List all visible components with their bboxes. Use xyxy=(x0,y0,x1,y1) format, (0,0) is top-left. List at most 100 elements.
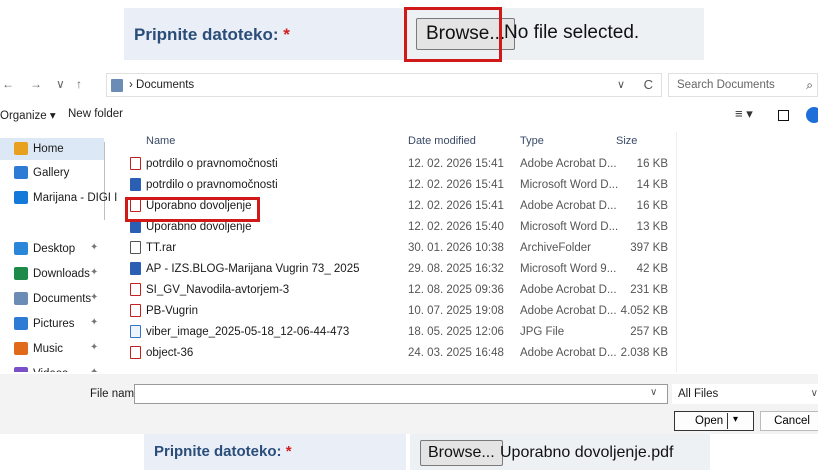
sidebar-item-label: Home xyxy=(33,143,64,155)
file-name: potrdilo o pravnomočnosti xyxy=(146,179,278,191)
recent-locations-icon[interactable]: ∨ xyxy=(56,77,65,91)
selected-file-name: Uporabno dovoljenje.pdf xyxy=(500,444,674,461)
pdf-file-icon xyxy=(130,304,141,317)
file-row[interactable]: AP - IZS.BLOG-Marijana Vugrin 73_ 2025 29… xyxy=(124,259,672,280)
search-icon[interactable]: ⌕ xyxy=(806,78,813,93)
sidebar-item-pictures[interactable]: Pictures ✦ xyxy=(0,313,104,335)
file-input-top: Browse... No file selected. xyxy=(402,8,704,60)
organize-menu[interactable]: Organize ▾ xyxy=(0,108,56,122)
pin-icon[interactable]: ✦ xyxy=(90,242,98,253)
browse-button[interactable]: Browse... xyxy=(416,18,516,50)
open-button[interactable]: Open ▾ xyxy=(674,411,754,431)
preview-pane-icon[interactable] xyxy=(778,110,789,121)
pdf-file-icon xyxy=(130,199,141,212)
pin-icon[interactable]: ✦ xyxy=(90,367,98,372)
pin-icon[interactable]: ✦ xyxy=(90,292,98,303)
up-arrow-icon[interactable]: ↑ xyxy=(76,77,82,91)
file-row[interactable]: Uporabno dovoljenje 12. 02. 2026 15:40 Mic… xyxy=(124,217,672,238)
file-row[interactable]: TT.rar 30. 01. 2026 10:38 ArchiveFolder 397… xyxy=(124,238,672,259)
word-file-icon xyxy=(130,262,141,275)
file-row[interactable]: viber_image_2025-05-18_12-06-44-473 18. 0… xyxy=(124,322,672,343)
pin-icon[interactable]: ✦ xyxy=(90,342,98,353)
word-file-icon xyxy=(130,178,141,191)
forward-arrow-icon[interactable]: → xyxy=(30,77,42,91)
file-name: viber_image_2025-05-18_12-06-44-473 xyxy=(146,326,350,338)
downloads-icon xyxy=(14,267,28,280)
file-date: 18. 05. 2025 12:06 xyxy=(408,326,504,338)
nav-divider xyxy=(104,142,105,220)
new-folder-button[interactable]: New folder xyxy=(68,108,123,120)
file-name: potrdilo o pravnomočnosti xyxy=(146,158,278,170)
address-bar[interactable]: › Documents ∨ C xyxy=(106,73,662,97)
pin-icon[interactable]: ✦ xyxy=(90,317,98,328)
file-date: 12. 02. 2026 15:41 xyxy=(408,200,504,212)
pictures-icon xyxy=(14,317,28,330)
file-size: 397 KB xyxy=(630,242,668,254)
sidebar-item-marijana[interactable]: Marijana - DIGI I xyxy=(0,187,117,209)
file-size: 16 KB xyxy=(636,158,668,170)
file-date: 24. 03. 2025 16:48 xyxy=(408,347,504,359)
cancel-button[interactable]: Cancel xyxy=(760,411,818,431)
file-name: SI_GV_Navodila-avtorjem-3 xyxy=(146,284,290,296)
file-date: 12. 08. 2025 09:36 xyxy=(408,284,504,296)
file-status-text: No file selected. xyxy=(504,22,640,43)
column-header-date[interactable]: Date modified xyxy=(408,135,476,147)
file-name: object-36 xyxy=(146,347,194,359)
file-name: PB-Vugrin xyxy=(146,305,198,317)
file-size: 231 KB xyxy=(630,284,668,296)
column-header-size[interactable]: Size xyxy=(616,135,637,147)
sidebar-item-downloads[interactable]: Downloads ✦ xyxy=(0,263,104,285)
file-row[interactable]: Uporabno dovoljenje 12. 02. 2026 15:41 Ado… xyxy=(124,196,672,217)
file-row[interactable]: object-36 24. 03. 2025 16:48 Adobe Acrobat… xyxy=(124,343,672,364)
home-icon xyxy=(14,142,28,155)
browse-button[interactable]: Browse... xyxy=(420,440,503,466)
view-options-icon[interactable]: ≡ ▾ xyxy=(735,106,753,122)
search-input[interactable]: Search Documents ⌕ xyxy=(668,73,818,97)
jpg-file-icon xyxy=(130,325,141,338)
file-date: 29. 08. 2025 16:32 xyxy=(408,263,504,275)
column-header-name[interactable]: Name xyxy=(146,135,175,147)
file-date: 12. 02. 2026 15:41 xyxy=(408,179,504,191)
pin-icon[interactable]: ✦ xyxy=(90,267,98,278)
breadcrumb[interactable]: › Documents xyxy=(129,79,194,91)
file-list: Name Date modified Type Size potrdilo o … xyxy=(124,130,672,374)
file-row[interactable]: potrdilo o pravnomočnosti 12. 02. 2026 15… xyxy=(124,175,672,196)
sidebar-item-label: Documents xyxy=(33,293,92,305)
sidebar-item-home[interactable]: Home xyxy=(0,138,104,160)
pdf-file-icon xyxy=(130,283,141,296)
file-date: 30. 01. 2026 10:38 xyxy=(408,242,504,254)
file-row[interactable]: PB-Vugrin 10. 07. 2025 19:08 Adobe Acrobat… xyxy=(124,301,672,322)
attach-file-label: Pripnite datoteko: * xyxy=(154,443,292,460)
open-options-icon[interactable]: ▾ xyxy=(733,414,738,425)
sidebar-item-gallery[interactable]: Gallery xyxy=(0,162,104,184)
file-type-filter[interactable]: All Files ∨ xyxy=(672,384,818,404)
sidebar-item-label: Gallery xyxy=(33,167,70,179)
file-name-bar: File name: ∨ All Files ∨ Open ▾ Cancel xyxy=(0,374,818,434)
file-input-bottom: Browse... Uporabno dovoljenje.pdf xyxy=(410,434,710,470)
pdf-file-icon xyxy=(130,346,141,359)
sidebar-item-videos[interactable]: Videos ✦ xyxy=(0,363,104,372)
file-size: 2.038 KB xyxy=(620,347,668,359)
file-row[interactable]: potrdilo o pravnomočnosti 12. 02. 2026 15… xyxy=(124,154,672,175)
back-arrow-icon[interactable]: ← xyxy=(2,77,14,91)
chevron-down-icon[interactable]: ∨ xyxy=(617,78,625,91)
sidebar-item-documents[interactable]: Documents ✦ xyxy=(0,288,104,310)
refresh-icon[interactable]: C xyxy=(644,77,653,92)
onedrive-icon xyxy=(14,191,28,204)
chevron-down-icon[interactable]: ∨ xyxy=(650,387,657,398)
chevron-down-icon[interactable]: ∨ xyxy=(811,388,818,399)
help-icon[interactable] xyxy=(806,107,818,123)
file-size: 257 KB xyxy=(630,326,668,338)
sidebar-item-label: Music xyxy=(33,343,64,355)
column-header-type[interactable]: Type xyxy=(520,135,544,147)
sidebar-item-desktop[interactable]: Desktop ✦ xyxy=(0,238,104,260)
file-row[interactable]: SI_GV_Navodila-avtorjem-3 12. 08. 2025 09… xyxy=(124,280,672,301)
file-size: 14 KB xyxy=(636,179,668,191)
sidebar-item-label: Desktop xyxy=(33,243,76,255)
file-size: 13 KB xyxy=(636,221,668,233)
file-name-input[interactable] xyxy=(134,384,668,404)
documents-icon xyxy=(14,292,28,305)
file-name: Uporabno dovoljenje xyxy=(146,200,252,212)
file-name: TT.rar xyxy=(146,242,177,254)
sidebar-item-music[interactable]: Music ✦ xyxy=(0,338,104,360)
